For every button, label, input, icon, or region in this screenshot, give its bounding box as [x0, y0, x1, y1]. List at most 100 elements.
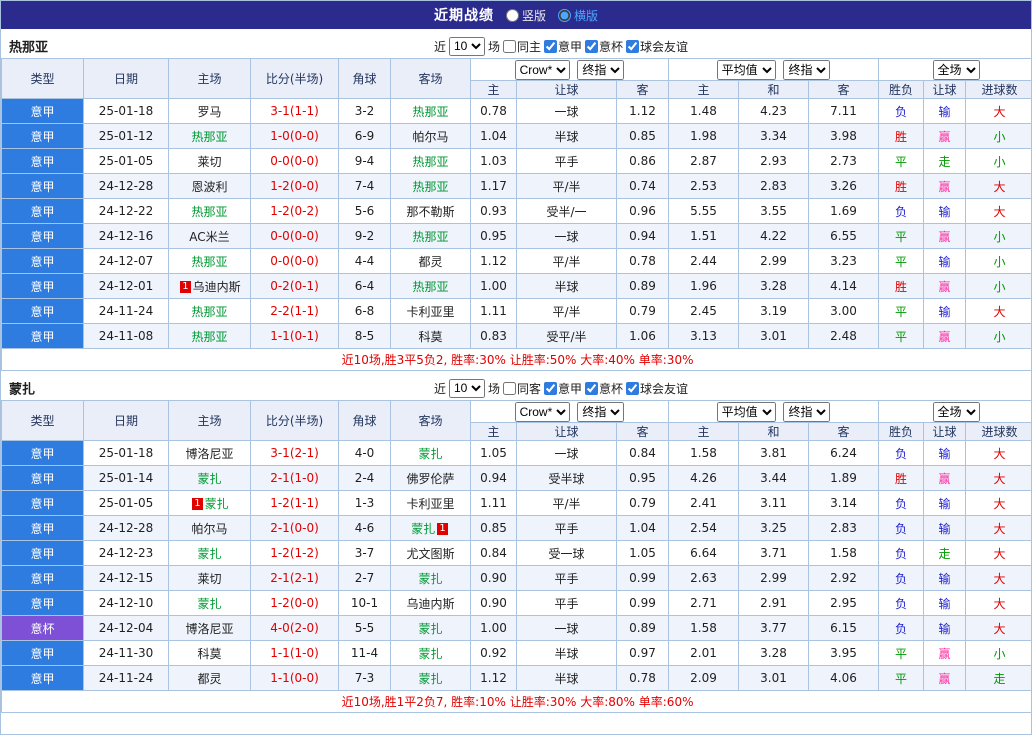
coppa-checkbox[interactable] — [585, 39, 599, 53]
same-side-checkbox[interactable] — [502, 381, 516, 395]
away-team-cell: 热那亚 — [390, 98, 471, 124]
league-badge: 意甲 — [1, 465, 84, 491]
home-team-cell: 恩波利 — [168, 173, 251, 199]
avg-away-odds: 1.69 — [808, 198, 880, 224]
bookmaker-select[interactable]: Crow* — [514, 59, 570, 80]
team-name: 蒙扎 — [411, 521, 436, 536]
coppa-option[interactable]: 意杯 — [585, 38, 623, 55]
team-name: 蒙扎 — [418, 446, 443, 461]
match-date: 24-11-24 — [83, 665, 169, 691]
avg-draw-odds: 3.81 — [738, 440, 810, 466]
match-score: 2-1(0-0) — [250, 515, 339, 541]
result-winlose: 平 — [878, 665, 925, 691]
layout-vertical-radio[interactable] — [505, 8, 519, 22]
topbar: 近期战绩 竖版 横版 — [1, 1, 1031, 29]
recent-count-select[interactable]: 10 — [448, 36, 485, 56]
friendly-option[interactable]: 球会友谊 — [626, 38, 688, 55]
same-side-option[interactable]: 同主 — [502, 38, 541, 55]
corner-count: 11-4 — [338, 640, 391, 666]
result-winlose: 胜 — [878, 173, 925, 199]
final-odds-select-2[interactable]: 终指 — [783, 59, 831, 80]
match-row: 意甲 24-12-07 热那亚 0-0(0-0) 4-4 都灵 1.12 平/半 0.78 2.4… — [1, 248, 1031, 274]
match-row: 意甲 24-11-08 热那亚 1-1(0-1) 8-5 科莫 0.83 受平/半 1.06 3.… — [1, 323, 1031, 349]
final-odds-select[interactable]: 终指 — [577, 401, 625, 422]
avg-home-odds: 4.26 — [668, 465, 740, 491]
avg-draw-odds: 4.22 — [738, 223, 810, 249]
serie-a-checkbox[interactable] — [544, 381, 557, 395]
odds-handicap: 平手 — [516, 148, 617, 174]
odds-handicap: 平/半 — [516, 173, 617, 199]
odds-away: 0.89 — [615, 615, 670, 641]
odds-home: 1.03 — [470, 148, 517, 174]
final-odds-select-2[interactable]: 终指 — [783, 401, 831, 422]
odds-away: 1.04 — [615, 515, 670, 541]
bookmaker-select[interactable]: Crow* — [514, 401, 570, 422]
team-name: 热那亚 — [412, 229, 449, 244]
odds-handicap: 平/半 — [516, 490, 617, 516]
corner-count: 3-2 — [338, 98, 391, 124]
avg-home-odds: 2.53 — [668, 173, 740, 199]
team-name: 尤文图斯 — [406, 546, 455, 561]
match-row: 意甲 24-12-28 恩波利 1-2(0-0) 7-4 热那亚 1.17 平/半 0.74 2.… — [1, 173, 1031, 199]
result-winlose: 胜 — [878, 465, 925, 491]
col-asian-home: 主 — [470, 422, 517, 441]
odds-away: 0.99 — [615, 590, 670, 616]
result-goals: 走 — [965, 665, 1031, 691]
avg-away-odds: 4.14 — [808, 273, 880, 299]
layout-horizontal-option[interactable]: 横版 — [558, 7, 598, 24]
match-row: 意甲 24-11-24 热那亚 2-2(1-1) 6-8 卡利亚里 1.11 平/半 0.79 2… — [1, 298, 1031, 324]
home-team-cell: 帕尔马 — [168, 515, 251, 541]
final-odds-select[interactable]: 终指 — [577, 59, 625, 80]
team-name: 博洛尼亚 — [185, 621, 234, 636]
fulltime-select[interactable]: 全场 — [932, 59, 980, 80]
friendly-checkbox[interactable] — [626, 39, 640, 53]
same-side-option[interactable]: 同客 — [502, 380, 541, 397]
odds-away: 1.06 — [615, 323, 670, 349]
avg-home-odds: 1.96 — [668, 273, 740, 299]
avg-home-odds: 1.98 — [668, 123, 740, 149]
layout-horizontal-radio[interactable] — [558, 8, 571, 22]
average-select[interactable]: 平均值 — [716, 59, 776, 80]
avg-home-odds: 2.41 — [668, 490, 740, 516]
coppa-checkbox[interactable] — [585, 381, 599, 395]
friendly-checkbox[interactable] — [626, 381, 640, 395]
result-winlose: 负 — [878, 515, 925, 541]
result-handicap: 赢 — [923, 465, 967, 491]
serie-a-option[interactable]: 意甲 — [544, 38, 582, 55]
odds-away: 0.74 — [615, 173, 670, 199]
result-goals: 大 — [965, 173, 1031, 199]
coppa-option[interactable]: 意杯 — [585, 380, 623, 397]
league-badge: 意甲 — [1, 198, 84, 224]
result-winlose: 平 — [878, 323, 925, 349]
odds-away: 1.12 — [615, 98, 670, 124]
avg-away-odds: 6.24 — [808, 440, 880, 466]
odds-home: 1.11 — [470, 298, 517, 324]
friendly-option[interactable]: 球会友谊 — [626, 380, 688, 397]
match-date: 24-12-07 — [83, 248, 169, 274]
match-row: 意甲 24-11-24 都灵 1-1(0-0) 7-3 蒙扎 1.12 半球 0.78 2.09 3… — [1, 665, 1031, 691]
home-team-cell: 莱切 — [168, 148, 251, 174]
col-avg-home: 主 — [668, 80, 740, 99]
layout-vertical-option[interactable]: 竖版 — [505, 7, 546, 24]
team-name: 卡利亚里 — [406, 496, 455, 511]
home-team-cell: 热那亚 — [168, 298, 251, 324]
col-avg-home: 主 — [668, 422, 740, 441]
odds-home: 1.00 — [470, 273, 517, 299]
same-side-checkbox[interactable] — [502, 39, 516, 53]
odds-handicap: 平手 — [516, 515, 617, 541]
corner-count: 2-4 — [338, 465, 391, 491]
serie-a-checkbox[interactable] — [544, 39, 557, 53]
serie-a-option[interactable]: 意甲 — [544, 380, 582, 397]
record-summary: 近10场,胜1平2负7, 胜率:10% 让胜率:30% 大率:80% 单率:60… — [1, 690, 1031, 713]
avg-draw-odds: 3.55 — [738, 198, 810, 224]
odds-home: 1.12 — [470, 665, 517, 691]
league-badge: 意甲 — [1, 665, 84, 691]
away-team-cell: 蒙扎 — [390, 640, 471, 666]
match-date: 25-01-05 — [83, 148, 169, 174]
section-genoa: 热那亚 近 10 场 同主 意甲 意杯 球会友谊 类型 日期 主场 比分(半场)… — [1, 34, 1031, 371]
fulltime-select[interactable]: 全场 — [932, 401, 980, 422]
recent-count-select[interactable]: 10 — [448, 378, 485, 398]
filter-controls: 近 10 场 同客 意甲 意杯 球会友谊 — [1, 376, 1031, 400]
average-select[interactable]: 平均值 — [716, 401, 776, 422]
match-score: 0-0(0-0) — [250, 223, 339, 249]
